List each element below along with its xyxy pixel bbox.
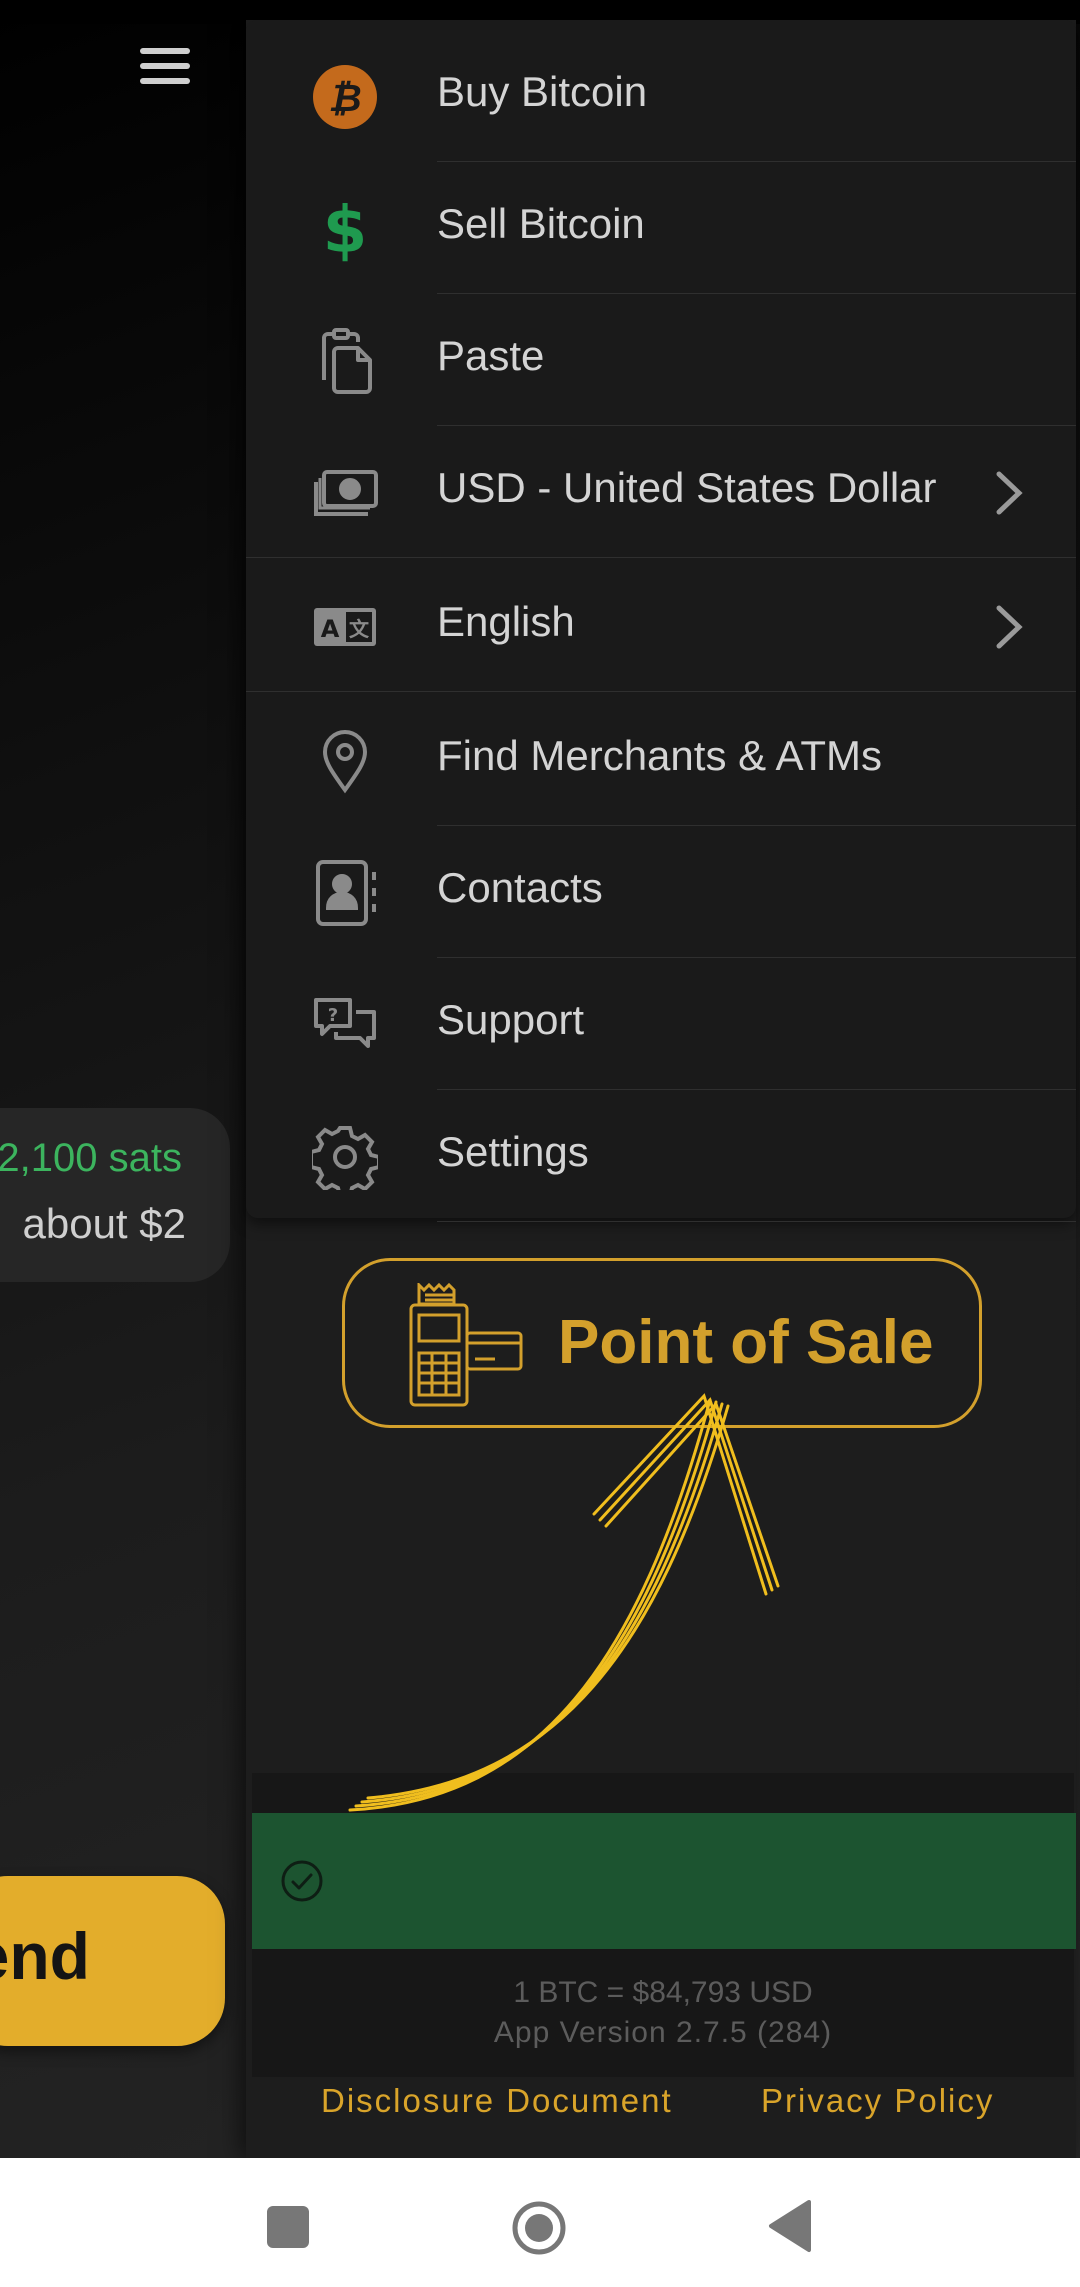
recent-apps-icon[interactable] [267, 2206, 309, 2248]
clipboard-icon [312, 328, 378, 394]
home-icon[interactable] [511, 2200, 567, 2256]
contacts-icon [312, 860, 378, 926]
menu-item-label: Find Merchants & ATMs [437, 732, 883, 779]
navigation-bar [0, 2158, 1080, 2287]
chevron-right-icon [994, 604, 1024, 650]
menu-item-sell-bitcoin[interactable]: $ Sell Bitcoin [246, 162, 1076, 294]
divider [437, 1221, 1076, 1222]
divider [246, 691, 1076, 692]
svg-text:文: 文 [349, 617, 370, 641]
menu-item-language[interactable]: A 文 English [246, 560, 1076, 692]
menu-item-contacts[interactable]: Contacts [246, 826, 1076, 958]
menu-item-label: Contacts [437, 864, 603, 911]
svg-text:₿: ₿ [328, 76, 361, 120]
send-button-label: end [0, 1919, 90, 1993]
cash-icon [312, 460, 378, 526]
menu-item-label: Sell Bitcoin [437, 200, 645, 247]
menu-item-support[interactable]: ? Support [246, 958, 1076, 1090]
arrow-annotation-icon [340, 1380, 800, 1830]
menu-item-currency[interactable]: USD - United States Dollar [246, 426, 1076, 558]
menu-item-find-merchants[interactable]: Find Merchants & ATMs [246, 694, 1076, 826]
bitcoin-icon: ₿ [312, 64, 378, 130]
menu-item-paste[interactable]: Paste [246, 294, 1076, 426]
divider [246, 557, 1076, 558]
menu-item-label: Settings [437, 1128, 589, 1175]
chevron-right-icon [994, 470, 1024, 516]
balance-card[interactable]: 2,100 sats about $2 [0, 1108, 230, 1282]
svg-text:$: $ [323, 196, 368, 262]
menu-item-buy-bitcoin[interactable]: ₿ Buy Bitcoin [246, 30, 1076, 162]
check-circle-icon [280, 1859, 324, 1903]
menu-item-label: Buy Bitcoin [437, 68, 648, 115]
gear-icon [309, 1124, 381, 1198]
menu-item-label: English [437, 598, 575, 645]
app-version: App Version 2.7.5 (284) [493, 2016, 833, 2049]
menu-item-settings[interactable]: Settings [246, 1090, 1076, 1222]
support-chat-icon: ? [312, 992, 378, 1058]
balance-sats: 2,100 sats [0, 1136, 182, 1180]
privacy-policy-link[interactable]: Privacy Policy [761, 2082, 994, 2120]
success-toast [252, 1813, 1076, 1949]
back-icon[interactable] [767, 2198, 813, 2254]
disclosure-document-link[interactable]: Disclosure Document [321, 2082, 673, 2120]
exchange-rate: 1 BTC = $84,793 USD [513, 1976, 813, 2009]
menu-item-label: USD - United States Dollar [437, 464, 937, 511]
location-pin-icon [312, 728, 378, 794]
point-of-sale-label: Point of Sale [558, 1308, 934, 1377]
menu-item-label: Paste [437, 332, 545, 379]
svg-text:A: A [321, 615, 340, 643]
menu-icon[interactable] [140, 48, 194, 88]
send-button[interactable]: end [0, 1876, 225, 2046]
translate-icon: A 文 [312, 594, 378, 660]
svg-text:?: ? [328, 1005, 338, 1026]
menu-item-label: Support [437, 996, 585, 1043]
dollar-icon: $ [312, 194, 378, 268]
balance-usd: about $2 [22, 1200, 187, 1247]
drawer-menu: ₿ Buy Bitcoin $ Sell Bitcoin Paste USD -… [246, 20, 1076, 1222]
